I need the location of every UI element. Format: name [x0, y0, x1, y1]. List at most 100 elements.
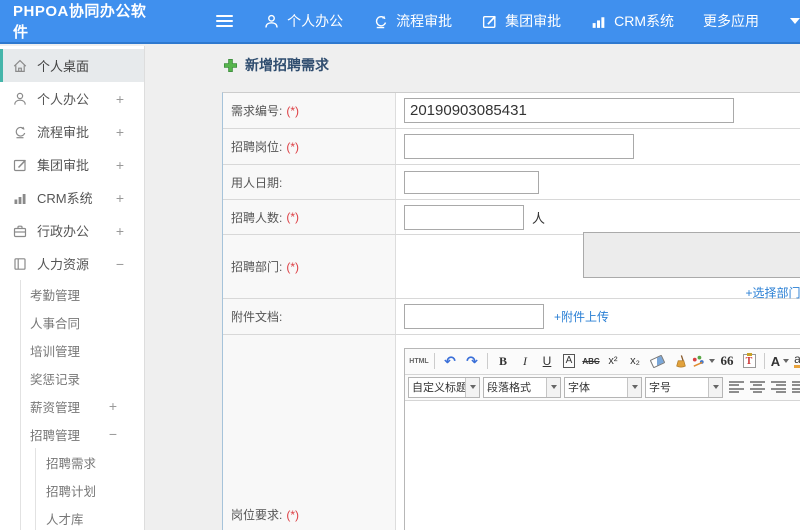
form-row-headcount: 招聘人数: (*) 人 — [223, 200, 800, 235]
sidebar-item-personal-office[interactable]: 个人办公 + — [0, 82, 144, 115]
custom-title-dropdown[interactable]: 自定义标题 — [408, 376, 480, 398]
nav-more-apps[interactable]: 更多应用 — [703, 11, 759, 31]
editor-toolbar-row2: 自定义标题 段落格式 字体 字号 — [405, 374, 800, 401]
sidebar-item-hr-contract[interactable]: 人事合同 — [21, 308, 144, 336]
required-marker: (*) — [286, 210, 300, 224]
sidebar-item-workflow-approval[interactable]: 流程审批 + — [0, 115, 144, 148]
align-justify-icon[interactable] — [792, 380, 800, 394]
demand-number-input[interactable] — [404, 98, 734, 123]
rich-text-editor: HTML ↶ ↷ B I U A ABC x² x₂ 66 T A 自定义标题 … — [404, 347, 800, 530]
expand-plus-icon[interactable]: + — [109, 398, 117, 414]
home-icon — [12, 58, 28, 74]
eraser-icon[interactable] — [647, 351, 667, 371]
editor-toolbar-row1: HTML ↶ ↷ B I U A ABC x² x₂ 66 T A — [405, 348, 800, 375]
subscript-button[interactable]: x₂ — [625, 351, 645, 371]
attachment-upload-link[interactable]: +附件上传 — [554, 308, 609, 325]
nav-workflow-approval[interactable]: 流程审批 — [372, 11, 452, 31]
nav-crm-system[interactable]: CRM系统 — [590, 11, 674, 31]
sidebar-item-hr[interactable]: 人力资源 − — [0, 247, 144, 280]
collapse-minus-icon[interactable]: − — [116, 256, 124, 272]
caret-down-icon[interactable] — [790, 18, 800, 24]
form-row-demand-number: 需求编号: (*) — [223, 93, 800, 129]
workflow-icon — [372, 13, 389, 30]
font-color-button[interactable]: A — [770, 351, 790, 371]
recruit-demand-form: 需求编号: (*) 招聘岗位: (*) 用人日期: — [222, 92, 800, 530]
expand-plus-icon[interactable]: + — [116, 190, 124, 206]
field-label: 需求编号: — [231, 104, 283, 118]
paragraph-format-dropdown[interactable]: 段落格式 — [483, 376, 561, 398]
attachment-input[interactable] — [404, 304, 544, 329]
italic-button[interactable]: I — [515, 351, 535, 371]
app-logo: PHPOA协同办公软件 — [13, 3, 147, 41]
redo-icon[interactable]: ↷ — [462, 351, 482, 371]
edit-icon — [12, 157, 28, 173]
user-icon — [263, 13, 280, 30]
sidebar-item-attendance[interactable]: 考勤管理 — [21, 280, 144, 308]
caret-down-icon — [708, 377, 722, 397]
caret-down-icon — [783, 359, 790, 363]
font-size-dropdown[interactable]: 字号 — [645, 376, 723, 398]
color-palette-icon[interactable] — [691, 351, 715, 371]
workflow-icon — [12, 124, 28, 140]
job-position-input[interactable] — [404, 134, 634, 159]
main-content: 新增招聘需求 需求编号: (*) 招聘岗位: (*) — [146, 46, 800, 530]
collapse-minus-icon[interactable]: − — [109, 426, 117, 442]
add-plus-icon — [223, 58, 238, 73]
sidebar-item-training[interactable]: 培训管理 — [21, 336, 144, 364]
expand-plus-icon[interactable]: + — [116, 124, 124, 140]
sidebar-item-recruit-plan[interactable]: 招聘计划 — [36, 476, 144, 504]
format-brush-icon[interactable] — [669, 351, 689, 371]
form-row-job-position: 招聘岗位: (*) — [223, 129, 800, 165]
app-window: PHPOA协同办公软件 个人办公 流程审批 集团审批 CRM系统 更多应用 个人… — [0, 0, 800, 530]
page-title: 新增招聘需求 — [223, 55, 329, 75]
align-right-icon[interactable] — [771, 380, 786, 394]
sidebar: 个人桌面 个人办公 + 流程审批 + 集团审批 + CRM系统 + 行政办公 +… — [0, 46, 145, 530]
sidebar-item-personal-desktop[interactable]: 个人桌面 — [0, 49, 144, 82]
nav-group-approval[interactable]: 集团审批 — [481, 11, 561, 31]
sidebar-item-salary[interactable]: 薪资管理 + — [21, 392, 144, 420]
sidebar-item-group-approval[interactable]: 集团审批 + — [0, 148, 144, 181]
field-label: 附件文档: — [231, 310, 283, 324]
sidebar-item-crm[interactable]: CRM系统 + — [0, 181, 144, 214]
user-icon — [12, 91, 28, 107]
field-label: 用人日期: — [231, 175, 283, 190]
department-textarea[interactable] — [583, 232, 800, 278]
field-label: 招聘部门: — [231, 260, 283, 274]
menu-toggle-button[interactable] — [216, 15, 234, 27]
form-row-hire-date: 用人日期: — [223, 165, 800, 200]
align-left-icon[interactable] — [729, 380, 744, 394]
sidebar-item-recruit-demand[interactable]: 招聘需求 — [36, 448, 144, 476]
background-color-button[interactable]: a — [792, 351, 800, 371]
expand-plus-icon[interactable]: + — [116, 157, 124, 173]
underline-button[interactable]: U — [537, 351, 557, 371]
form-row-attachment: 附件文档: +附件上传 — [223, 299, 800, 335]
font-style-button[interactable]: A — [559, 351, 579, 371]
blockquote-button[interactable]: 66 — [717, 351, 737, 371]
field-label: 岗位要求: — [231, 508, 283, 522]
expand-plus-icon[interactable]: + — [116, 223, 124, 239]
bold-button[interactable]: B — [493, 351, 513, 371]
headcount-input[interactable] — [404, 204, 524, 230]
caret-down-icon — [465, 377, 479, 397]
expand-plus-icon[interactable]: + — [116, 91, 124, 107]
sidebar-item-recruit-mgmt[interactable]: 招聘管理 − — [21, 420, 144, 448]
strikethrough-button[interactable]: ABC — [581, 351, 601, 371]
top-nav: 个人办公 流程审批 集团审批 CRM系统 更多应用 — [263, 11, 800, 31]
caret-down-icon — [546, 377, 560, 397]
font-family-dropdown[interactable]: 字体 — [564, 376, 642, 398]
hire-date-input[interactable] — [404, 170, 539, 194]
superscript-button[interactable]: x² — [603, 351, 623, 371]
sidebar-item-rewards[interactable]: 奖惩记录 — [21, 364, 144, 392]
headcount-unit-label: 人 — [532, 210, 546, 226]
sidebar-item-admin-office[interactable]: 行政办公 + — [0, 214, 144, 247]
briefcase-icon — [12, 223, 28, 239]
html-source-button[interactable]: HTML — [409, 351, 429, 371]
job-requirements-editor-body[interactable] — [405, 400, 800, 530]
paste-text-icon[interactable]: T — [739, 351, 759, 371]
sidebar-item-talent-pool[interactable]: 人才库 — [36, 504, 144, 530]
book-icon — [12, 256, 28, 272]
align-center-icon[interactable] — [750, 380, 765, 394]
field-label: 招聘岗位: — [231, 140, 283, 154]
nav-personal-office[interactable]: 个人办公 — [263, 11, 343, 31]
undo-icon[interactable]: ↶ — [440, 351, 460, 371]
